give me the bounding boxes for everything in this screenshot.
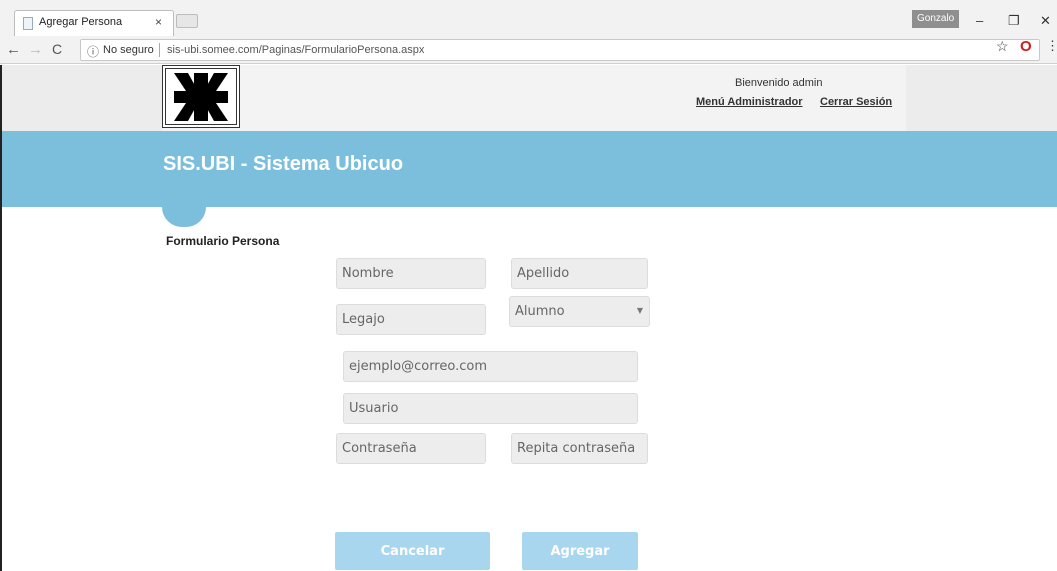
logout-link[interactable]: Cerrar Sesión xyxy=(820,96,892,108)
minimize-icon[interactable]: – xyxy=(976,13,983,28)
repetir-contrasena-input[interactable]: Repita contraseña xyxy=(511,433,648,464)
nombre-input[interactable]: Nombre xyxy=(336,258,486,289)
form-title: Formulario Persona xyxy=(166,234,280,248)
dropdown-arrow-icon: ▼ xyxy=(636,306,643,315)
address-toolbar: ← → C ⓘ No seguro sis-ubi.somee.com/Pagi… xyxy=(0,36,1057,64)
rol-select[interactable]: Alumno ▼ xyxy=(509,296,650,327)
tab-bar: Agregar Persona × Gonzalo – ❐ ✕ xyxy=(0,0,1057,36)
url-field[interactable]: ⓘ No seguro sis-ubi.somee.com/Paginas/Fo… xyxy=(80,39,1040,61)
profile-badge[interactable]: Gonzalo xyxy=(912,10,960,28)
info-icon[interactable]: ⓘ xyxy=(87,43,99,60)
legajo-input[interactable]: Legajo xyxy=(336,304,486,335)
browser-window: Agregar Persona × Gonzalo – ❐ ✕ ← → C ⓘ … xyxy=(0,0,1057,571)
utn-logo[interactable] xyxy=(162,65,240,128)
cancel-button[interactable]: Cancelar xyxy=(335,532,490,570)
close-tab-icon[interactable]: × xyxy=(155,15,162,29)
close-window-icon[interactable]: ✕ xyxy=(1040,13,1051,29)
separator xyxy=(159,43,160,57)
page-content: Bienvenido admin Menú Administrador Cerr… xyxy=(0,65,1057,571)
new-tab-button[interactable] xyxy=(176,14,198,28)
bookmark-star-icon[interactable]: ☆ xyxy=(996,38,1009,55)
usuario-placeholder: Usuario xyxy=(349,401,399,416)
title-banner xyxy=(2,131,1057,207)
legajo-placeholder: Legajo xyxy=(342,312,385,327)
email-input[interactable]: ejemplo@correo.com xyxy=(343,351,638,382)
add-button[interactable]: Agregar xyxy=(522,532,638,570)
reload-icon[interactable]: C xyxy=(52,41,62,57)
page-icon xyxy=(23,17,33,30)
menu-dots-icon[interactable]: ⋮ xyxy=(1046,38,1057,54)
utn-logo-icon xyxy=(174,72,228,121)
nombre-placeholder: Nombre xyxy=(342,266,394,281)
usuario-input[interactable]: Usuario xyxy=(343,393,638,424)
apellido-input[interactable]: Apellido xyxy=(511,258,648,289)
tab-title: Agregar Persona xyxy=(39,16,123,28)
forward-icon[interactable]: → xyxy=(28,41,43,58)
tab-agregar-persona[interactable]: Agregar Persona × xyxy=(14,10,174,36)
back-icon[interactable]: ← xyxy=(6,41,21,58)
admin-menu-link[interactable]: Menú Administrador xyxy=(696,96,803,108)
contrasena-placeholder: Contraseña xyxy=(342,441,417,456)
restore-icon[interactable]: ❐ xyxy=(1008,13,1020,29)
banner-tab-decoration xyxy=(162,207,206,227)
repetir-contrasena-placeholder: Repita contraseña xyxy=(517,441,636,456)
rol-selected-value: Alumno xyxy=(515,304,565,319)
contrasena-input[interactable]: Contraseña xyxy=(336,433,486,464)
email-placeholder: ejemplo@correo.com xyxy=(349,359,487,374)
opera-extension-icon[interactable]: O xyxy=(1020,38,1032,55)
url-text: sis-ubi.somee.com/Paginas/FormularioPers… xyxy=(167,44,425,56)
security-label: No seguro xyxy=(103,44,154,56)
welcome-text: Bienvenido admin xyxy=(735,77,823,89)
apellido-placeholder: Apellido xyxy=(517,266,570,281)
logo-frame xyxy=(165,68,237,125)
site-title: SIS.UBI - Sistema Ubicuo xyxy=(163,153,404,175)
